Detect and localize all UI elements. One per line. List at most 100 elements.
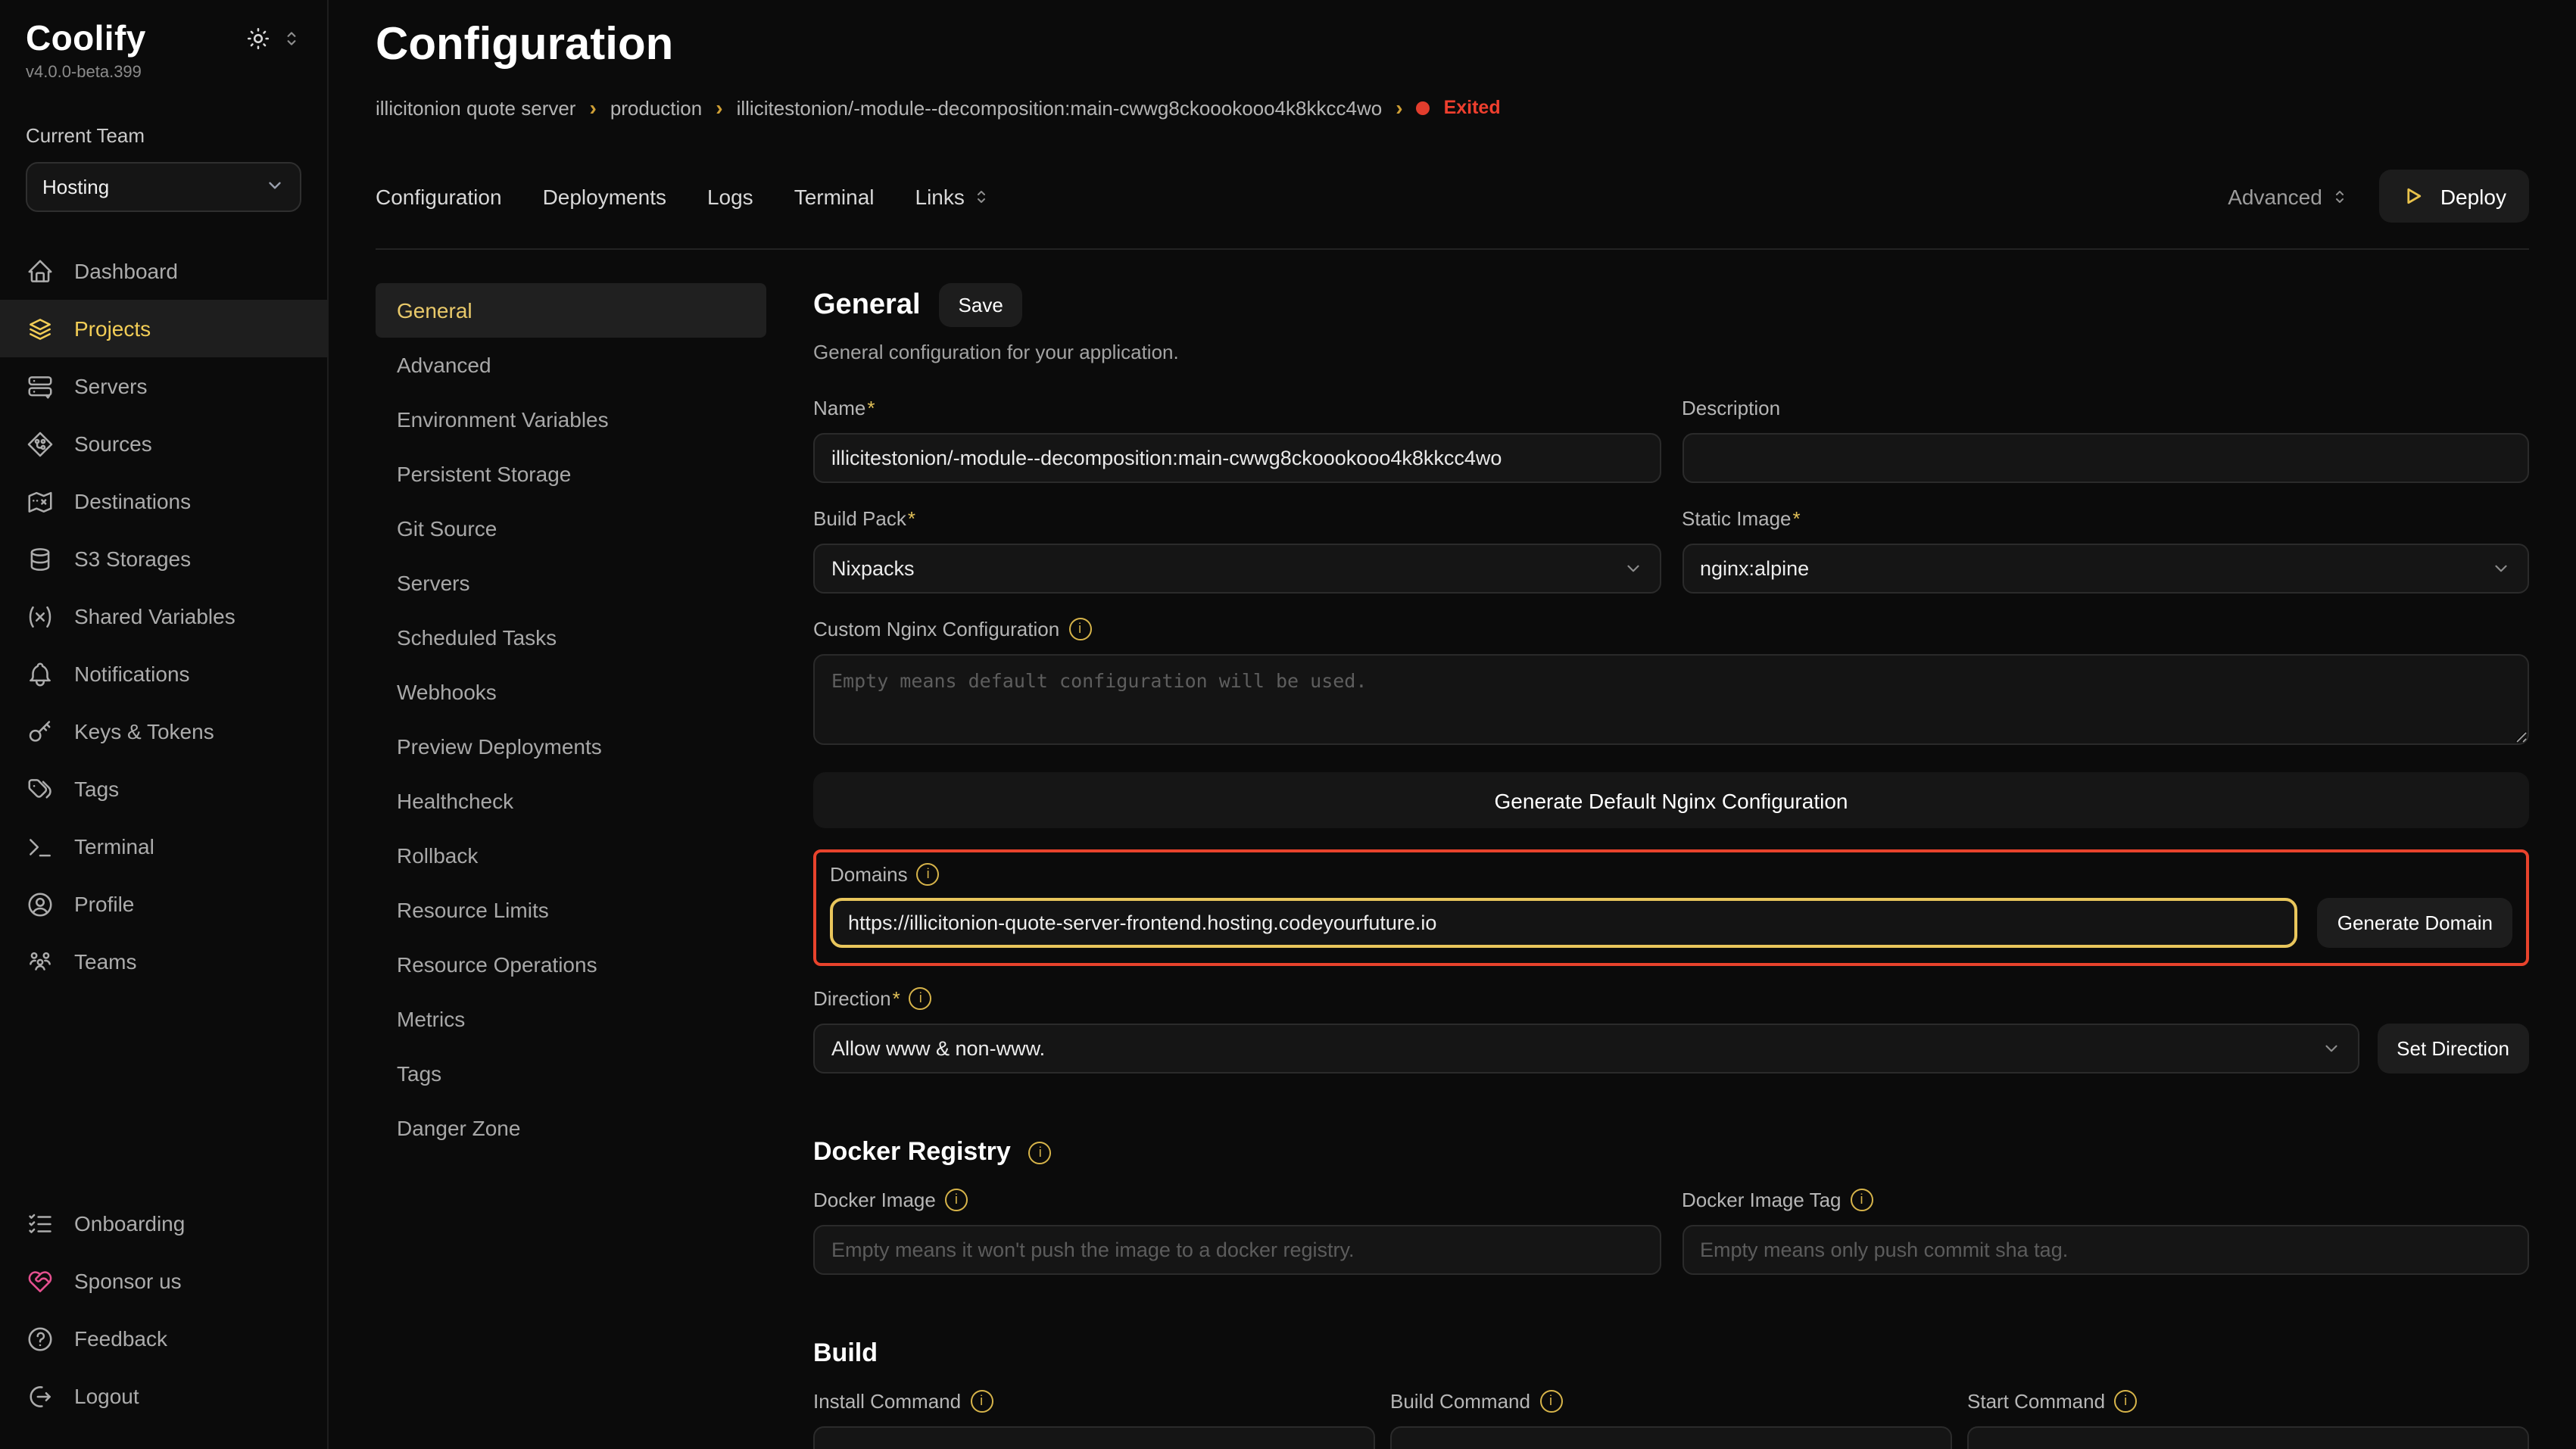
subnav-item-servers[interactable]: Servers (376, 556, 766, 610)
tab-links[interactable]: Links (915, 184, 990, 208)
theme-selector-icon[interactable] (282, 29, 301, 48)
sidebar-nav: Dashboard ProjectsServers Sources Destinati… (0, 242, 327, 990)
subnav-item-metrics[interactable]: Metrics (376, 992, 766, 1046)
heart-handshake-icon (26, 1267, 55, 1295)
user-icon (26, 890, 55, 918)
sidebar-item-label: Dashboard (74, 259, 178, 283)
generate-nginx-button[interactable]: Generate Default Nginx Configuration (813, 772, 2529, 828)
subnav-item-environment-variables[interactable]: Environment Variables (376, 392, 766, 447)
build-command-input[interactable] (1390, 1426, 1952, 1449)
sidebar-item-profile[interactable]: Profile (0, 875, 327, 933)
sidebar-item-projects[interactable]: Projects (0, 300, 327, 357)
subnav-item-rollback[interactable]: Rollback (376, 828, 766, 883)
sidebar-item-feedback[interactable]: Feedback (0, 1310, 327, 1367)
sidebar-item-logout[interactable]: Logout (0, 1367, 327, 1425)
tab-label: Configuration (376, 184, 502, 208)
status-badge: Exited (1444, 97, 1501, 118)
theme-toggle-sun-icon[interactable] (245, 26, 271, 51)
save-button[interactable]: Save (939, 283, 1023, 327)
advanced-menu[interactable]: Advanced (2228, 184, 2350, 208)
subnav-item-general[interactable]: General (376, 283, 766, 338)
name-label: Name (813, 397, 875, 419)
sidebar-item-sources[interactable]: Sources (0, 415, 327, 472)
docker-image-input[interactable] (813, 1225, 1661, 1275)
tab-configuration[interactable]: Configuration (376, 184, 502, 208)
set-direction-button[interactable]: Set Direction (2377, 1024, 2529, 1074)
docker-registry-heading: Docker Registry (813, 1137, 1011, 1167)
breadcrumb: illicitonion quote server›production›ill… (376, 95, 2529, 120)
subnav-item-resource-operations[interactable]: Resource Operations (376, 937, 766, 992)
server-icon (26, 372, 55, 400)
subnav-item-scheduled-tasks[interactable]: Scheduled Tasks (376, 610, 766, 665)
info-icon[interactable] (2114, 1390, 2137, 1413)
tab-label: Deployments (543, 184, 666, 208)
subnav-item-healthcheck[interactable]: Healthcheck (376, 774, 766, 828)
selector-icon (2331, 187, 2350, 205)
direction-value: Allow www & non-www. (831, 1037, 1045, 1060)
direction-select[interactable]: Allow www & non-www. (813, 1024, 2359, 1074)
deploy-button-label: Deploy (2440, 184, 2506, 208)
deploy-button[interactable]: Deploy (2380, 170, 2529, 223)
info-icon[interactable] (1539, 1390, 1562, 1413)
subnav-item-danger-zone[interactable]: Danger Zone (376, 1101, 766, 1155)
sidebar-item-servers[interactable]: Servers (0, 357, 327, 415)
info-icon[interactable] (1851, 1189, 1873, 1211)
sidebar-item-dashboard[interactable]: Dashboard (0, 242, 327, 300)
sidebar-item-shared-variables[interactable]: Shared Variables (0, 587, 327, 645)
logout-icon (26, 1382, 55, 1410)
page-title: Configuration (376, 20, 2529, 71)
breadcrumb-item[interactable]: production (610, 96, 702, 119)
sidebar-item-teams[interactable]: Teams (0, 933, 327, 990)
start-command-input[interactable] (1967, 1426, 2529, 1449)
subnav-item-resource-limits[interactable]: Resource Limits (376, 883, 766, 937)
info-icon[interactable] (1029, 1141, 1052, 1164)
sidebar-item-notifications[interactable]: Notifications (0, 645, 327, 703)
sidebar-item-s3-storages[interactable]: S3 Storages (0, 530, 327, 587)
info-icon[interactable] (970, 1390, 993, 1413)
team-select[interactable]: Hosting (26, 162, 301, 212)
generate-domain-button[interactable]: Generate Domain (2318, 898, 2512, 948)
nginx-config-textarea[interactable] (813, 654, 2529, 745)
sidebar-item-sponsor-us[interactable]: Sponsor us (0, 1252, 327, 1310)
sidebar-item-label: Feedback (74, 1326, 167, 1351)
build-pack-select[interactable]: Nixpacks (813, 544, 1661, 594)
breadcrumb-item[interactable]: illicitestonion/-module--decomposition:m… (737, 96, 1383, 119)
description-input[interactable] (1682, 433, 2529, 483)
subnav-item-advanced[interactable]: Advanced (376, 338, 766, 392)
chevron-down-icon (2321, 1039, 2341, 1058)
tab-logs[interactable]: Logs (707, 184, 753, 208)
subnav-item-preview-deployments[interactable]: Preview Deployments (376, 719, 766, 774)
sidebar-item-destinations[interactable]: Destinations (0, 472, 327, 530)
app-title: Coolify (26, 18, 146, 59)
sidebar-item-label: Sources (74, 432, 152, 456)
sidebar-item-keys-tokens[interactable]: Keys & Tokens (0, 703, 327, 760)
info-icon[interactable] (945, 1189, 968, 1211)
sidebar-item-terminal[interactable]: Terminal (0, 818, 327, 875)
info-icon[interactable] (909, 987, 932, 1010)
sidebar-item-tags[interactable]: Tags (0, 760, 327, 818)
sidebar: Coolify v4.0.0-beta.399 Current Team Hos… (0, 0, 329, 1449)
subnav-item-persistent-storage[interactable]: Persistent Storage (376, 447, 766, 501)
tab-deployments[interactable]: Deployments (543, 184, 666, 208)
static-image-select[interactable]: nginx:alpine (1682, 544, 2529, 594)
subnav-item-git-source[interactable]: Git Source (376, 501, 766, 556)
key-icon (26, 717, 55, 746)
app-version: v4.0.0-beta.399 (0, 64, 327, 82)
install-command-input[interactable] (813, 1426, 1375, 1449)
config-subnav: GeneralAdvancedEnvironment VariablesPers… (376, 283, 766, 1155)
subnav-item-webhooks[interactable]: Webhooks (376, 665, 766, 719)
build-command-label: Build Command (1390, 1390, 1530, 1413)
info-icon[interactable] (1068, 618, 1091, 640)
sidebar-footer-nav: OnboardingSponsor us Feedback Logout (0, 1195, 327, 1425)
sidebar-item-label: Profile (74, 892, 134, 916)
domains-input[interactable] (830, 898, 2298, 948)
name-input[interactable] (813, 433, 1661, 483)
subnav-item-tags[interactable]: Tags (376, 1046, 766, 1101)
docker-image-tag-input[interactable] (1682, 1225, 2529, 1275)
tab-terminal[interactable]: Terminal (794, 184, 875, 208)
sidebar-item-onboarding[interactable]: Onboarding (0, 1195, 327, 1252)
info-icon[interactable] (917, 863, 940, 886)
tabs-row: Configuration Deployments Logs Terminal Link… (376, 170, 2529, 223)
breadcrumb-item[interactable]: illicitonion quote server (376, 96, 575, 119)
current-team-label: Current Team (0, 124, 327, 147)
